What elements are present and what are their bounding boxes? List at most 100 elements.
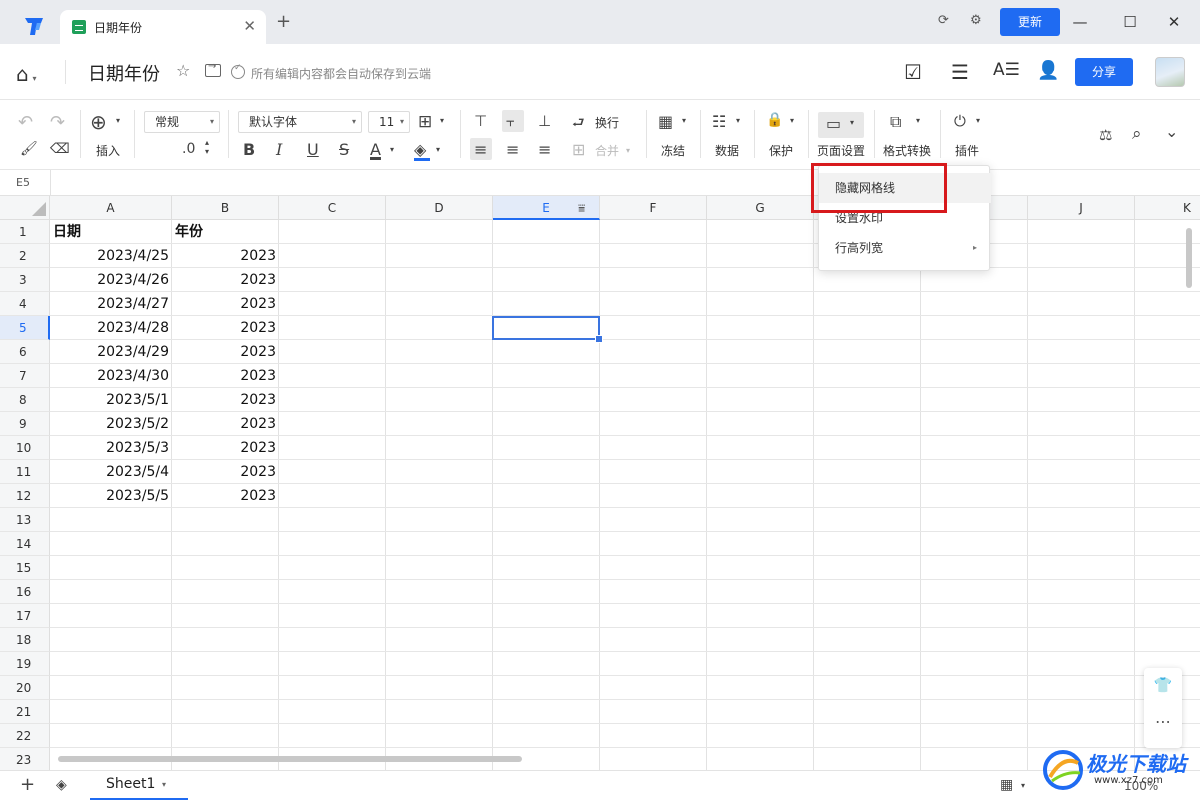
- column-header[interactable]: G: [707, 196, 814, 220]
- redo-icon[interactable]: ↷: [50, 112, 65, 133]
- select-all-corner[interactable]: [0, 196, 50, 220]
- avatar[interactable]: [1155, 57, 1185, 87]
- row-header[interactable]: 9: [0, 412, 50, 436]
- update-button[interactable]: 更新: [1000, 8, 1060, 36]
- column-header[interactable]: D: [386, 196, 493, 220]
- column-header[interactable]: A: [50, 196, 172, 220]
- align-top-icon[interactable]: ⊤: [474, 112, 487, 130]
- horizontal-scrollbar[interactable]: [58, 756, 522, 762]
- tab-current-doc[interactable]: 日期年份 ✕: [60, 10, 266, 44]
- cell-year[interactable]: 2023: [172, 244, 279, 268]
- row-header[interactable]: 3: [0, 268, 50, 292]
- cell-year[interactable]: 2023: [172, 292, 279, 316]
- row-header[interactable]: 10: [0, 436, 50, 460]
- align-middle-icon[interactable]: ⫟: [506, 112, 515, 130]
- sheet-tab[interactable]: Sheet1 ▾: [90, 771, 188, 800]
- app-logo-icon[interactable]: [22, 14, 46, 38]
- row-header[interactable]: 18: [0, 628, 50, 652]
- row-header[interactable]: 22: [0, 724, 50, 748]
- cell-date[interactable]: 2023/5/2: [50, 412, 172, 436]
- undo-icon[interactable]: ↶: [18, 112, 33, 133]
- more-icon[interactable]: ⋯: [1144, 712, 1182, 731]
- chevron-down-icon[interactable]: ▾: [436, 145, 440, 154]
- bold-icon[interactable]: B: [243, 140, 255, 159]
- cell-year[interactable]: 2023: [172, 412, 279, 436]
- row-header[interactable]: 15: [0, 556, 50, 580]
- row-header[interactable]: 4: [0, 292, 50, 316]
- eraser-icon[interactable]: ⌫: [50, 141, 70, 157]
- new-tab-icon[interactable]: +: [276, 13, 291, 31]
- cell-year[interactable]: 2023: [172, 364, 279, 388]
- view-mode-icon[interactable]: ▦: [1000, 777, 1013, 793]
- cell-header-year[interactable]: 年份: [172, 220, 279, 244]
- cell-year[interactable]: 2023: [172, 436, 279, 460]
- font-color-icon[interactable]: A: [370, 140, 381, 159]
- row-header[interactable]: 7: [0, 364, 50, 388]
- italic-icon[interactable]: I: [276, 140, 282, 159]
- row-header[interactable]: 19: [0, 652, 50, 676]
- tools-icon[interactable]: ⚖: [1099, 126, 1112, 144]
- maximize-icon[interactable]: ☐: [1118, 8, 1142, 36]
- row-header[interactable]: 23: [0, 748, 50, 770]
- row-header[interactable]: 13: [0, 508, 50, 532]
- number-format-select[interactable]: 常规 ▾: [144, 111, 220, 133]
- collaborators-icon[interactable]: 👤: [1037, 60, 1059, 81]
- cell-date[interactable]: 2023/4/26: [50, 268, 172, 292]
- share-button[interactable]: 分享: [1075, 58, 1133, 86]
- column-header[interactable]: J: [1028, 196, 1135, 220]
- close-window-icon[interactable]: ✕: [1162, 8, 1186, 36]
- row-header[interactable]: 8: [0, 388, 50, 412]
- add-sheet-icon[interactable]: +: [20, 774, 35, 795]
- move-to-folder-icon[interactable]: [205, 61, 221, 77]
- cell-reference[interactable]: E5: [16, 176, 30, 189]
- cell-date[interactable]: 2023/5/5: [50, 484, 172, 508]
- row-header[interactable]: 21: [0, 700, 50, 724]
- underline-icon[interactable]: U: [307, 140, 319, 159]
- cell-year[interactable]: 2023: [172, 340, 279, 364]
- row-header[interactable]: 2: [0, 244, 50, 268]
- cell-date[interactable]: 2023/4/30: [50, 364, 172, 388]
- row-header[interactable]: 20: [0, 676, 50, 700]
- column-header[interactable]: B: [172, 196, 279, 220]
- format-painter-icon[interactable]: 🖌: [20, 141, 38, 157]
- border-icon[interactable]: ⊞: [418, 112, 432, 132]
- minimize-icon[interactable]: —: [1068, 8, 1092, 36]
- chevron-down-icon[interactable]: ▾: [440, 116, 444, 125]
- cell-date[interactable]: 2023/4/27: [50, 292, 172, 316]
- cell-date[interactable]: 2023/4/28: [50, 316, 172, 340]
- cell-year[interactable]: 2023: [172, 484, 279, 508]
- row-header[interactable]: 5: [0, 316, 50, 340]
- search-icon[interactable]: ⌕: [1132, 124, 1142, 144]
- column-header[interactable]: K: [1135, 196, 1200, 220]
- align-center-icon[interactable]: ≡: [506, 140, 519, 159]
- align-bottom-icon[interactable]: ⊥: [538, 112, 551, 130]
- cell-date[interactable]: 2023/5/3: [50, 436, 172, 460]
- decimal-stepper-icon[interactable]: ▴ ▾: [205, 138, 209, 156]
- font-family-select[interactable]: 默认字体 ▾: [238, 111, 362, 133]
- column-header[interactable]: C: [279, 196, 386, 220]
- filter-icon[interactable]: ⩸: [578, 201, 585, 216]
- row-header[interactable]: 1: [0, 220, 50, 244]
- cell-year[interactable]: 2023: [172, 316, 279, 340]
- row-header[interactable]: 11: [0, 460, 50, 484]
- font-size-select[interactable]: 11 ▾: [368, 111, 410, 133]
- row-header[interactable]: 6: [0, 340, 50, 364]
- document-title[interactable]: 日期年份: [88, 60, 160, 86]
- spreadsheet-grid[interactable]: A B C D E F G H I J K ⩸ 1234567891011121…: [0, 196, 1200, 770]
- chevron-down-icon[interactable]: ▾: [390, 145, 394, 154]
- settings-icon[interactable]: ⚙: [970, 13, 982, 28]
- home-button[interactable]: ⌂ ▾: [16, 62, 37, 86]
- layers-icon[interactable]: ◈: [56, 777, 67, 793]
- star-icon[interactable]: ☆: [176, 61, 190, 80]
- check-add-icon[interactable]: ☑: [904, 60, 922, 84]
- cell-header-date[interactable]: 日期: [50, 220, 172, 244]
- fill-color-icon[interactable]: ◈: [414, 140, 426, 159]
- row-header[interactable]: 16: [0, 580, 50, 604]
- menu-icon[interactable]: ☰: [951, 60, 969, 84]
- tab-close-icon[interactable]: ✕: [243, 17, 256, 35]
- strikethrough-icon[interactable]: S: [339, 140, 349, 159]
- cell-year[interactable]: 2023: [172, 388, 279, 412]
- chevron-down-icon[interactable]: ▾: [1021, 781, 1025, 790]
- row-header[interactable]: 14: [0, 532, 50, 556]
- align-right-icon[interactable]: ≡: [538, 140, 551, 159]
